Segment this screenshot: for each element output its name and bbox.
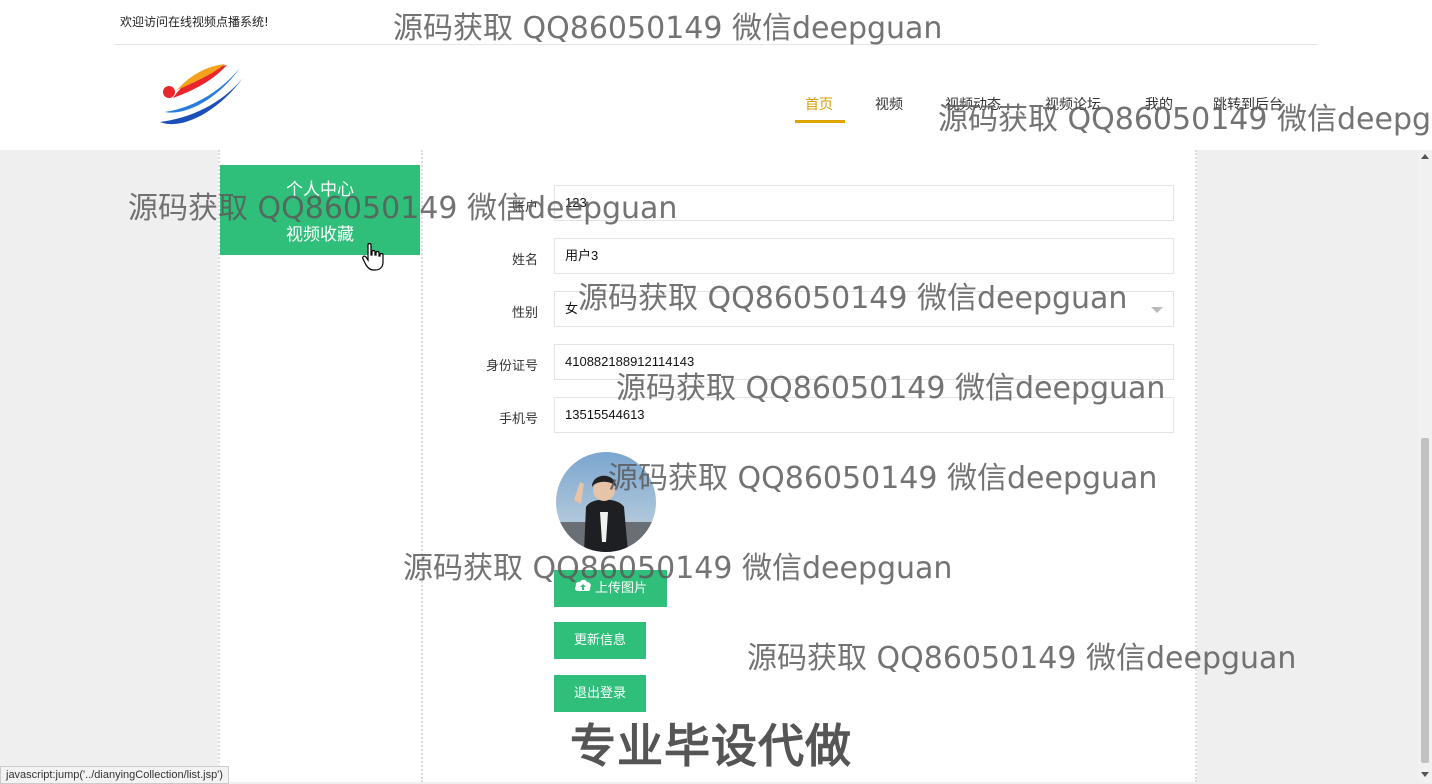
cloud-upload-icon — [574, 570, 592, 607]
id-number-label: 身份证号 — [485, 359, 538, 374]
header-divider — [115, 44, 1317, 45]
upload-image-label: 上传图片 — [594, 581, 647, 596]
scroll-up-arrow-icon[interactable] — [1421, 154, 1429, 159]
nav-home[interactable]: 首页 — [805, 94, 833, 114]
phone-field[interactable]: 13515544613 — [554, 397, 1174, 433]
avatar — [556, 452, 656, 552]
gender-select[interactable]: 女 — [554, 291, 1174, 327]
nav-video-news[interactable]: 视频动态 — [945, 94, 1001, 114]
account-field[interactable]: 123 — [554, 185, 1174, 221]
sidebar-item-video-favorites[interactable]: 视频收藏 — [220, 220, 420, 245]
logout-button[interactable]: 退出登录 — [554, 675, 646, 712]
account-label: 账户 — [511, 200, 538, 215]
nav-admin[interactable]: 跳转到后台 — [1213, 94, 1283, 114]
scrollbar-thumb[interactable] — [1421, 438, 1429, 763]
top-header: 欢迎访问在线视频点播系统! 首页 视频 视频动态 视频论坛 我的 跳转到后台 — [0, 0, 1432, 150]
name-label: 姓名 — [511, 253, 538, 268]
watermark-banner: 专业毕设代做 — [570, 719, 852, 773]
gender-label: 性别 — [511, 306, 538, 321]
phone-label: 手机号 — [498, 412, 538, 427]
nav-video[interactable]: 视频 — [875, 94, 903, 114]
scroll-down-arrow-icon[interactable] — [1421, 772, 1429, 777]
status-bar-url: javascript:jump('../dianyingCollection/l… — [0, 766, 229, 784]
welcome-text: 欢迎访问在线视频点播系统! — [120, 15, 269, 29]
nav-active-indicator — [795, 120, 845, 123]
panel-border-right — [1195, 150, 1198, 782]
nav-mine[interactable]: 我的 — [1145, 94, 1173, 114]
avatar-image — [556, 452, 656, 552]
update-info-button[interactable]: 更新信息 — [554, 622, 646, 659]
upload-image-button[interactable]: 上传图片 — [554, 570, 667, 607]
id-number-field[interactable]: 410882188912114143 — [554, 344, 1174, 380]
sidebar-item-personal-center[interactable]: 个人中心 — [220, 175, 420, 200]
gender-value: 女 — [565, 301, 579, 316]
main-nav: 首页 视频 视频动态 视频论坛 我的 跳转到后台 — [0, 94, 1432, 124]
sidebar-menu: 个人中心 视频收藏 — [220, 165, 420, 255]
page-scrollbar[interactable] — [1418, 150, 1432, 782]
name-field[interactable]: 用户3 — [554, 238, 1174, 274]
chevron-down-icon — [1151, 307, 1163, 313]
panel-border-middle — [421, 150, 424, 782]
nav-video-forum[interactable]: 视频论坛 — [1045, 94, 1101, 114]
hand-cursor-icon — [362, 242, 384, 275]
